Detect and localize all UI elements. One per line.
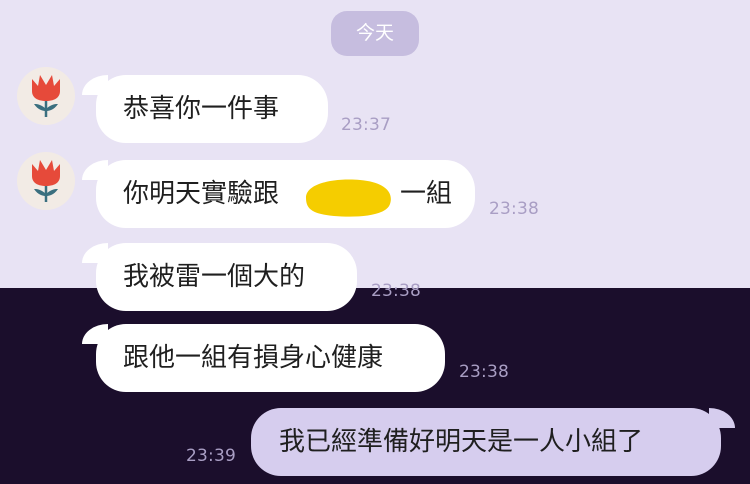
message-text: 跟他一組有損身心健康 [123, 343, 384, 373]
date-separator: 今天 [331, 11, 419, 56]
contact-avatar[interactable] [17, 152, 75, 210]
message-text-part2: 一組 [400, 179, 453, 209]
message-text: 恭喜你一件事 [123, 94, 280, 124]
message-bubble-incoming[interactable]: 恭喜你一件事 [82, 75, 328, 143]
message-timestamp: 23:37 [341, 115, 391, 135]
message-bubble-incoming[interactable]: 你明天實驗跟 一組 [82, 160, 475, 228]
message-bubble-incoming[interactable]: 跟他一組有損身心健康 [82, 324, 445, 392]
red-tulip-avatar-icon [32, 75, 60, 117]
message-timestamp: 23:38 [459, 362, 509, 382]
message-text-part1: 你明天實驗跟 [123, 179, 280, 209]
message-timestamp: 23:39 [186, 446, 236, 466]
redaction-scribble [306, 179, 391, 217]
red-tulip-avatar-icon [32, 160, 60, 202]
message-bubble-incoming[interactable]: 我被雷一個大的 [82, 243, 357, 311]
message-text: 我被雷一個大的 [123, 262, 306, 292]
message-timestamp: 23:38 [489, 199, 539, 219]
message-text: 我已經準備好明天是一人小組了 [279, 427, 644, 457]
contact-avatar[interactable] [17, 67, 75, 125]
message-bubble-outgoing[interactable]: 我已經準備好明天是一人小組了 [251, 408, 735, 476]
message-timestamp: 23:38 [371, 281, 421, 301]
